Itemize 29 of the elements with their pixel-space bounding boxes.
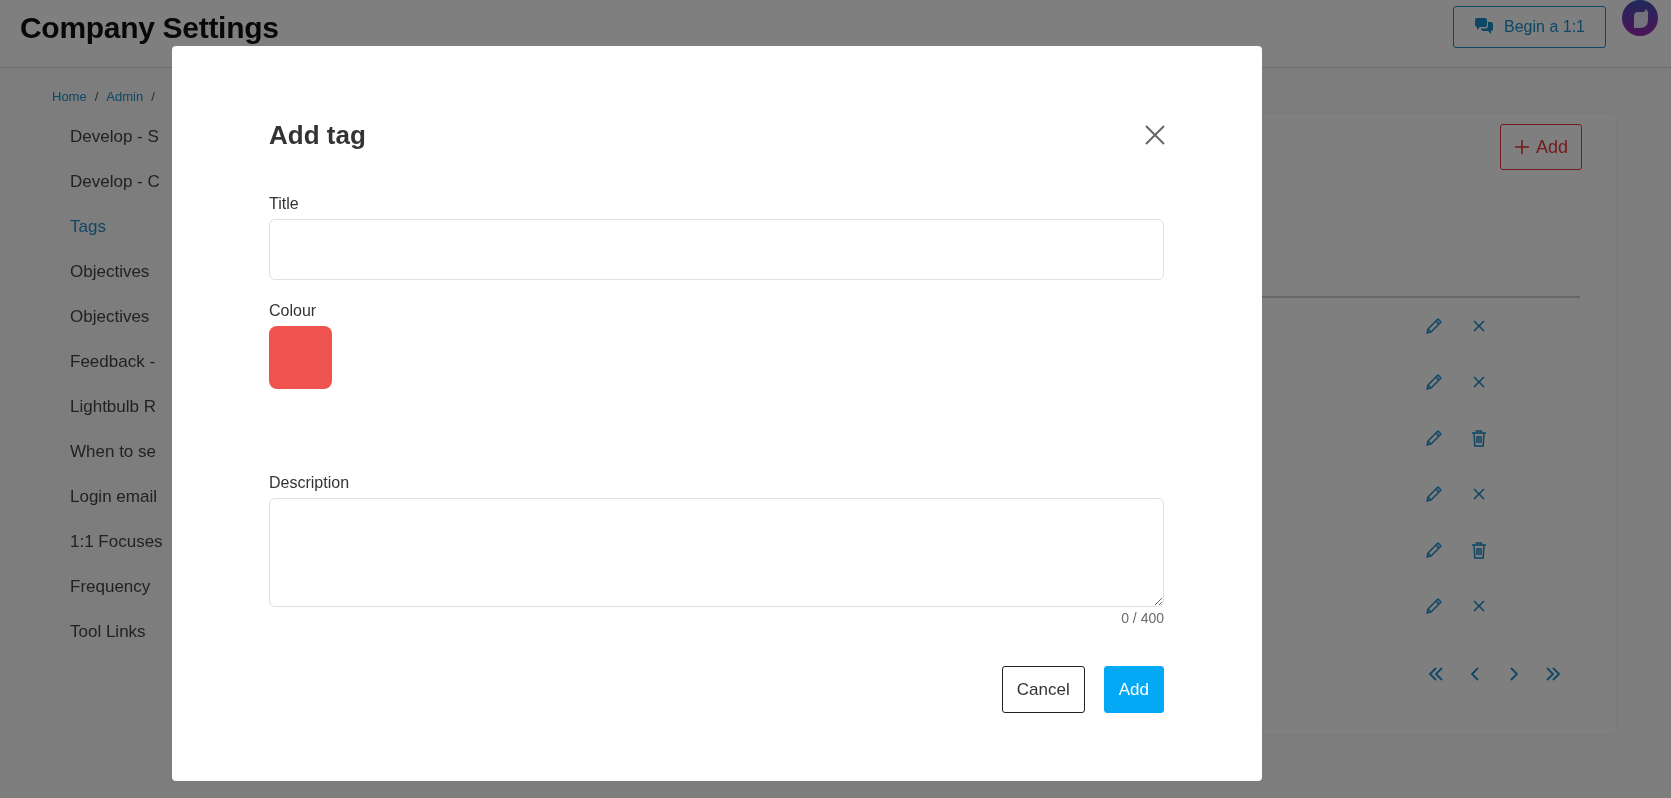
field-label: Description	[269, 473, 351, 493]
trash-icon[interactable]	[1469, 540, 1489, 560]
breadcrumb-separator: /	[151, 88, 155, 104]
plus-icon	[1513, 139, 1530, 155]
page-title: Company Settings	[20, 11, 279, 45]
trash-icon[interactable]	[1469, 428, 1489, 448]
breadcrumb-separator: /	[94, 88, 99, 104]
pencil-icon[interactable]	[1424, 316, 1444, 336]
pencil-icon[interactable]	[1424, 428, 1444, 448]
pencil-icon[interactable]	[1424, 484, 1444, 504]
avatar[interactable]	[1622, 0, 1658, 36]
add-button[interactable]: Add	[1499, 124, 1582, 170]
field-label: Colour	[269, 301, 318, 321]
colour-swatch[interactable]	[269, 326, 332, 389]
begin-button[interactable]: Begin a 1:1	[1453, 6, 1606, 48]
description-field[interactable]	[269, 498, 1164, 607]
cancel-button[interactable]: Cancel	[1001, 666, 1085, 713]
breadcrumb-link[interactable]: Admin	[106, 88, 144, 104]
field-label: Title	[269, 194, 300, 214]
pencil-icon[interactable]	[1424, 372, 1444, 392]
breadcrumb-link[interactable]: Home	[52, 88, 87, 104]
input-field[interactable]	[269, 219, 1164, 280]
character-counter: 0 / 400	[1121, 609, 1164, 627]
add-button[interactable]: Add	[1103, 666, 1164, 713]
pencil-icon[interactable]	[1424, 540, 1444, 560]
close-icon[interactable]	[1144, 124, 1166, 146]
dialog-title: Add tag	[269, 119, 366, 151]
pencil-icon[interactable]	[1424, 596, 1444, 616]
chat-bubbles-icon	[1474, 18, 1495, 36]
